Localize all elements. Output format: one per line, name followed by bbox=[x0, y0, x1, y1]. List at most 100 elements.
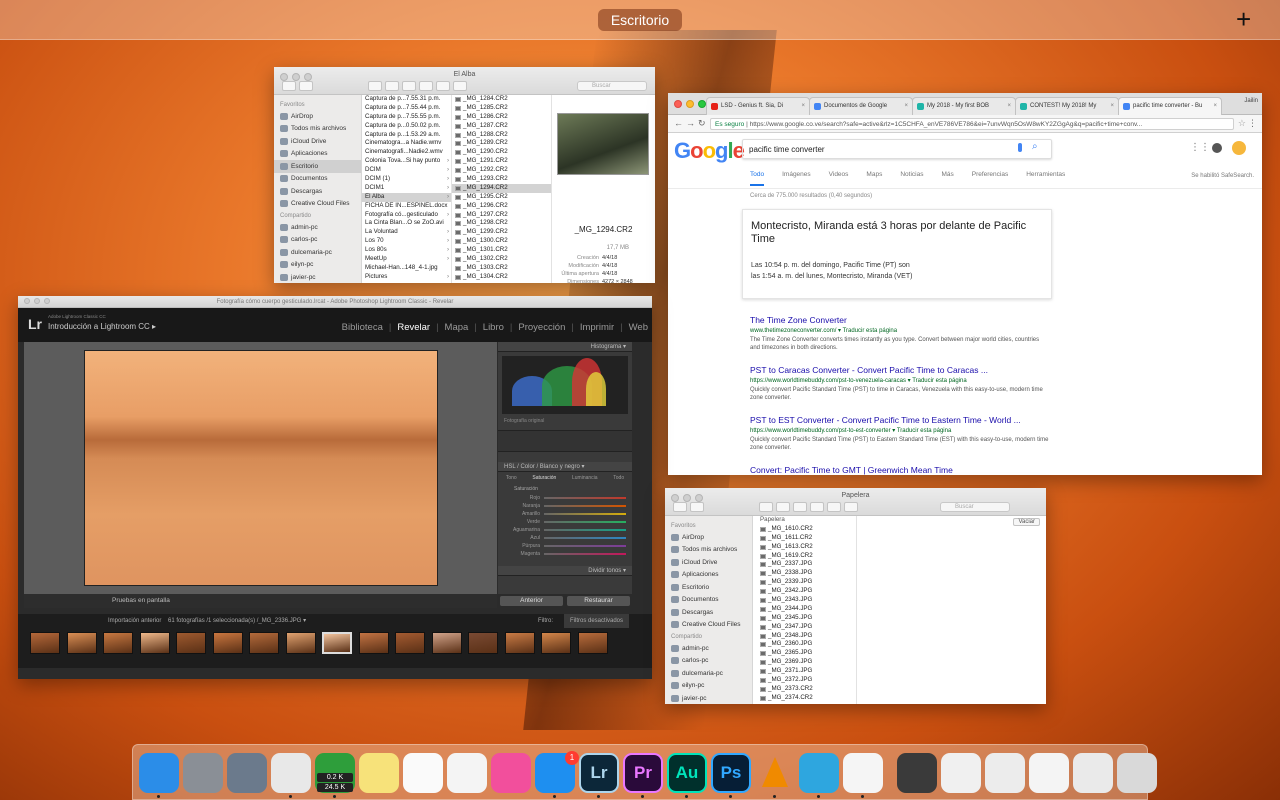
search-type-tab[interactable]: Herramientas bbox=[1026, 171, 1065, 186]
photoshop-icon[interactable]: Ps bbox=[711, 753, 751, 793]
slider-track[interactable] bbox=[544, 553, 626, 555]
list-item[interactable]: _MG_2343.JPG bbox=[757, 596, 856, 605]
close-icon[interactable]: × bbox=[904, 98, 908, 115]
notifications-icon[interactable] bbox=[1212, 143, 1222, 153]
list-item[interactable]: _MG_1613.CR2 bbox=[757, 543, 856, 552]
sidebar-item[interactable]: AirDrop bbox=[665, 531, 752, 544]
list-item[interactable]: _MG_1294.CR2 bbox=[452, 183, 551, 193]
back-forward-buttons[interactable] bbox=[282, 81, 313, 91]
back-forward-buttons[interactable] bbox=[673, 502, 704, 512]
sidebar-item[interactable]: Descargas bbox=[274, 185, 361, 198]
list-item[interactable]: Fotografía có...gesticulado › bbox=[362, 211, 451, 220]
hsl-slider-row[interactable]: Verde bbox=[498, 518, 632, 526]
launchpad-icon[interactable] bbox=[227, 753, 267, 793]
list-item[interactable]: _MG_1291.CR2 bbox=[452, 157, 551, 166]
sidebar-item[interactable]: javier-pc bbox=[665, 692, 752, 704]
list-item[interactable]: DCIM1 › bbox=[362, 184, 451, 193]
list-item[interactable]: _MG_2345.JPG bbox=[757, 614, 856, 623]
trash-icon[interactable] bbox=[1117, 753, 1157, 793]
sidebar-item[interactable]: Documentos bbox=[665, 594, 752, 607]
list-item[interactable]: _MG_2369.JPG bbox=[757, 658, 856, 667]
apps-grid-icon[interactable]: ⋮⋮ bbox=[1190, 142, 1210, 153]
mic-icon[interactable] bbox=[1018, 143, 1022, 152]
lightroom-window[interactable]: Fotografía cómo cuerpo gesticulado.lrcat… bbox=[18, 296, 652, 679]
list-item[interactable]: _MG_2373.CR2 bbox=[757, 685, 856, 694]
sidebar-item[interactable]: Creative Cloud Files bbox=[274, 198, 361, 211]
sidebar-item[interactable]: Todos mis archivos bbox=[274, 123, 361, 136]
finder-window-el-alba[interactable]: El Alba Buscar Favoritos AirDrop Todos mi… bbox=[274, 67, 655, 283]
list-item[interactable]: _MG_1619.CR2 bbox=[757, 552, 856, 561]
sidebar-item[interactable]: Descargas bbox=[665, 606, 752, 619]
list-item[interactable]: La Voluntad › bbox=[362, 228, 451, 237]
itunes-icon[interactable] bbox=[491, 753, 531, 793]
hsl-subtab[interactable]: Saturación bbox=[532, 472, 556, 484]
list-item[interactable]: Captura de p...0.50.02 p.m. bbox=[362, 122, 451, 131]
list-item[interactable]: _MG_2371.JPG bbox=[757, 667, 856, 676]
list-item[interactable]: Captura de p...1.53.29 a.m. bbox=[362, 131, 451, 140]
search-type-tab[interactable]: Preferencias bbox=[972, 171, 1009, 186]
result-title-link[interactable]: PST to Caracas Converter - Convert Pacif… bbox=[750, 365, 1050, 375]
window-controls[interactable] bbox=[674, 100, 706, 108]
filmstrip-thumbnail[interactable] bbox=[285, 632, 316, 654]
vlc-icon[interactable] bbox=[755, 753, 795, 793]
recent-2-icon[interactable] bbox=[941, 753, 981, 793]
filmstrip-thumbnail[interactable] bbox=[577, 632, 608, 654]
recent-5-icon[interactable] bbox=[1073, 753, 1113, 793]
list-item[interactable]: _MG_1301.CR2 bbox=[452, 246, 551, 255]
module-tab[interactable]: Mapa bbox=[445, 322, 469, 333]
list-item[interactable]: _MG_2338.JPG bbox=[757, 569, 856, 578]
list-item[interactable]: Los 70 › bbox=[362, 237, 451, 246]
list-item[interactable]: _MG_2342.JPG bbox=[757, 587, 856, 596]
list-item[interactable]: _MG_2348.JPG bbox=[757, 632, 856, 641]
result-title-link[interactable]: Convert: Pacific Time to GMT | Greenwich… bbox=[750, 465, 1050, 475]
module-tab[interactable]: Libro bbox=[483, 322, 504, 333]
list-item[interactable]: _MG_1303.CR2 bbox=[452, 264, 551, 273]
original-photo-checkbox[interactable]: Fotografía original bbox=[498, 418, 632, 424]
profile-name[interactable]: Jailin bbox=[1244, 98, 1258, 104]
search-type-tab[interactable]: Maps bbox=[866, 171, 882, 186]
list-item[interactable]: Pictures › bbox=[362, 273, 451, 282]
search-type-tab[interactable]: Noticias bbox=[900, 171, 923, 186]
browser-tab[interactable]: LSD - Genius ft. Sia, Di × bbox=[706, 97, 810, 115]
view-mode-buttons[interactable] bbox=[759, 502, 858, 512]
filmstrip-thumbnail[interactable] bbox=[212, 632, 243, 654]
url-field[interactable]: Es seguro | https://www.google.co.ve/sea… bbox=[710, 118, 1234, 130]
sidebar-item[interactable]: carlos-pc bbox=[274, 234, 361, 247]
bookmark-star-icon[interactable]: ☆ bbox=[1238, 118, 1246, 129]
hsl-slider-row[interactable]: Naranja bbox=[498, 502, 632, 510]
result-url[interactable]: www.thetimezoneconverter.com/ ▾ Traducir… bbox=[750, 327, 1050, 334]
close-icon[interactable]: × bbox=[1007, 98, 1011, 115]
filmstrip-source[interactable]: Importación anterior bbox=[108, 618, 161, 624]
list-item[interactable]: _MG_1297.CR2 bbox=[452, 211, 551, 220]
list-item[interactable]: Captura de p...7.55.31 p.m. bbox=[362, 95, 451, 104]
system-preferences-icon[interactable] bbox=[183, 753, 223, 793]
slider-track[interactable] bbox=[544, 537, 626, 539]
list-item[interactable]: _MG_2360.JPG bbox=[757, 640, 856, 649]
lightroom-icon[interactable]: Lr bbox=[579, 753, 619, 793]
sidebar-item[interactable]: Aplicaciones bbox=[665, 569, 752, 582]
slider-track[interactable] bbox=[544, 545, 626, 547]
filmstrip-thumbnail[interactable] bbox=[395, 632, 425, 654]
sidebar-item[interactable]: Escritorio bbox=[665, 581, 752, 594]
audition-icon[interactable]: Au bbox=[667, 753, 707, 793]
menu-icon[interactable]: ⋮ bbox=[1248, 118, 1257, 129]
close-icon[interactable]: × bbox=[801, 98, 805, 115]
search-field[interactable]: Buscar bbox=[577, 81, 647, 91]
list-item[interactable]: Los 80s › bbox=[362, 246, 451, 255]
sidebar-item[interactable]: dulcemaria-pc bbox=[665, 667, 752, 680]
sidebar-item[interactable]: eilyn-pc bbox=[665, 680, 752, 693]
filmstrip-thumbnail[interactable] bbox=[468, 632, 498, 654]
chrome-icon[interactable] bbox=[271, 753, 311, 793]
forward-icon[interactable]: → bbox=[686, 118, 695, 128]
sidebar-item[interactable]: eilyn-pc bbox=[274, 259, 361, 272]
sidebar-item[interactable]: javier-pc bbox=[274, 271, 361, 283]
recent-4-icon[interactable] bbox=[1029, 753, 1069, 793]
list-item[interactable]: _MG_1299.CR2 bbox=[452, 228, 551, 237]
filmstrip-thumbnail[interactable] bbox=[322, 632, 352, 654]
module-tab[interactable]: Imprimir bbox=[580, 322, 614, 333]
filmstrip-thumbnail[interactable] bbox=[139, 632, 170, 654]
browser-tab[interactable]: My 2018 - My first BOB × bbox=[912, 97, 1016, 115]
search-type-tab[interactable]: Imágenes bbox=[782, 171, 811, 186]
safesearch-notice[interactable]: Se habilitó SafeSearch. bbox=[1191, 173, 1254, 179]
reminders-icon[interactable] bbox=[403, 753, 443, 793]
